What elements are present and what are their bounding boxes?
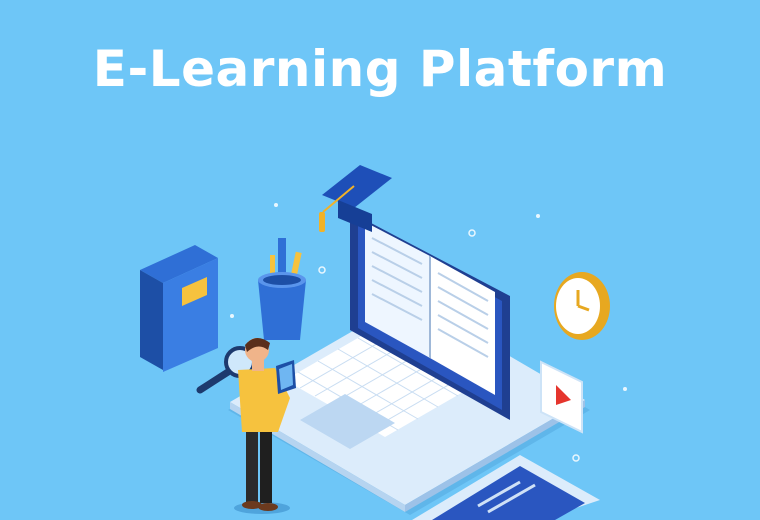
graduation-cap-icon bbox=[319, 165, 392, 232]
illustration-canvas: E-Learning Platform bbox=[0, 0, 760, 520]
pencil-cup-icon bbox=[258, 238, 306, 340]
book-icon bbox=[140, 245, 218, 372]
clock-icon bbox=[554, 272, 610, 340]
e-learning-illustration bbox=[140, 165, 627, 520]
